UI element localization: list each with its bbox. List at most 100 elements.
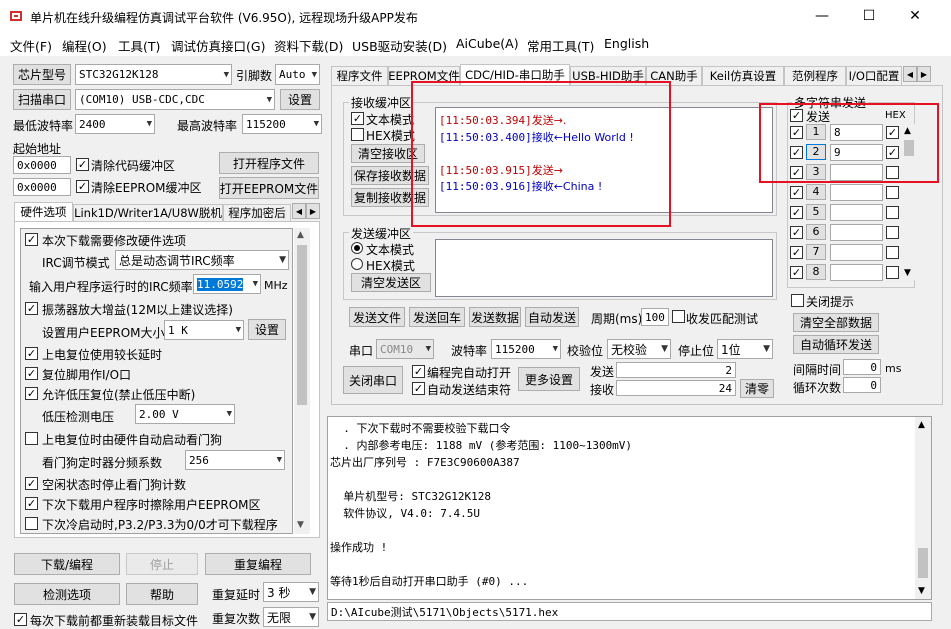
multi-row-send-button[interactable]: 5 — [806, 204, 826, 220]
maximize-button[interactable]: ☐ — [846, 0, 892, 32]
multi-row-input[interactable] — [830, 184, 883, 201]
multi-row-checkbox[interactable] — [790, 206, 803, 219]
tab-io-config[interactable]: I/O口配置 — [846, 66, 902, 85]
tab-keil-debug[interactable]: Keil仿真设置 — [702, 66, 784, 85]
loop-count-input[interactable]: 0 — [843, 377, 881, 393]
eeprom-address-input[interactable]: 0x0000 — [13, 178, 71, 196]
clear-code-checkbox[interactable] — [76, 158, 89, 171]
auto-send-button[interactable]: 自动发送 — [525, 307, 579, 327]
check-options-button[interactable]: 检测选项 — [14, 583, 120, 605]
menu-program[interactable]: 编程(O) — [62, 36, 107, 55]
power-delay-checkbox[interactable] — [25, 347, 38, 360]
send-textarea[interactable] — [435, 239, 773, 297]
multi-row-send-button[interactable]: 8 — [806, 264, 826, 280]
tab-offline-writer[interactable]: Link1D/Writer1A/U8W脱机 — [73, 204, 223, 221]
log-scroll-down-icon[interactable]: ▼ — [918, 586, 925, 596]
max-baud-select[interactable]: 115200 ▼ — [242, 114, 322, 134]
multi-row-input[interactable] — [830, 224, 883, 241]
clear-send-button[interactable]: 清空发送区 — [351, 273, 431, 292]
multi-row-hex-checkbox[interactable] — [886, 226, 899, 239]
close-port-button[interactable]: 关闭串口 — [343, 366, 403, 394]
clear-count-button[interactable]: 清零 — [740, 379, 774, 398]
download-program-button[interactable]: 下载/编程 — [14, 553, 120, 575]
right-tab-scroll-right[interactable]: ▶ — [917, 66, 931, 82]
scroll-down-icon[interactable]: ▼ — [297, 520, 304, 530]
tab-examples[interactable]: 范例程序 — [784, 66, 846, 85]
auto-end-checkbox[interactable] — [412, 382, 425, 395]
send-hex-mode-radio[interactable] — [351, 258, 363, 270]
menu-tools[interactable]: 工具(T) — [118, 36, 160, 55]
multi-row-send-button[interactable]: 4 — [806, 184, 826, 200]
more-settings-button[interactable]: 更多设置 — [518, 367, 580, 391]
tab-encryption[interactable]: 程序加密后 — [223, 204, 291, 221]
pins-select[interactable]: Auto ▼ — [275, 64, 320, 85]
scan-port-button[interactable]: 扫描串口 — [13, 89, 71, 110]
close-button[interactable]: ✕ — [892, 0, 938, 32]
port-select[interactable]: (COM10) USB-CDC,CDC ▼ — [75, 89, 275, 110]
multi-row-send-button[interactable]: 6 — [806, 224, 826, 240]
send-return-button[interactable]: 发送回车 — [409, 307, 465, 327]
scroll-up-icon[interactable]: ▲ — [297, 230, 304, 240]
menu-common-tools[interactable]: 常用工具(T) — [527, 36, 594, 55]
multi-row-input[interactable] — [830, 264, 883, 281]
reload-checkbox[interactable] — [14, 613, 27, 626]
auto-loop-button[interactable]: 自动循环发送 — [793, 335, 879, 354]
eeprom-size-set-button[interactable]: 设置 — [248, 319, 286, 340]
recv-hex-mode-checkbox[interactable] — [351, 128, 364, 141]
erase-eeprom-checkbox[interactable] — [25, 497, 38, 510]
right-tab-scroll-left[interactable]: ◀ — [903, 66, 917, 82]
parity-select[interactable]: 无校验 ▼ — [607, 339, 671, 359]
modify-hw-checkbox[interactable] — [25, 233, 38, 246]
menu-english[interactable]: English — [604, 36, 649, 51]
options-scrollbar-thumb[interactable] — [297, 245, 307, 405]
send-file-button[interactable]: 发送文件 — [349, 307, 405, 327]
p32p33-checkbox[interactable] — [25, 517, 38, 530]
help-button[interactable]: 帮助 — [126, 583, 198, 605]
idle-stop-wdt-checkbox[interactable] — [25, 477, 38, 490]
multi-row-checkbox[interactable] — [790, 246, 803, 259]
auto-open-checkbox[interactable] — [412, 365, 425, 378]
send-text-mode-radio[interactable] — [351, 242, 363, 254]
osc-gain-checkbox[interactable] — [25, 302, 38, 315]
multi-row-checkbox[interactable] — [790, 266, 803, 279]
menu-aicube[interactable]: AiCube(A) — [456, 36, 519, 51]
reprogram-button[interactable]: 重复编程 — [205, 553, 311, 575]
irc-freq-select[interactable]: 11.0592 ▼ — [193, 274, 261, 294]
stop-bits-select[interactable]: 1位 ▼ — [717, 339, 773, 359]
repeat-delay-select[interactable]: 3 秒 ▼ — [263, 582, 319, 602]
tab-program-file[interactable]: 程序文件 — [331, 66, 388, 85]
close-hint-checkbox[interactable] — [791, 294, 804, 307]
multi-row-checkbox[interactable] — [790, 186, 803, 199]
wdt-div-select[interactable]: 256 ▼ — [185, 450, 285, 470]
stop-button[interactable]: 停止 — [126, 553, 198, 575]
tab-hardware-options[interactable]: 硬件选项 — [14, 202, 73, 221]
baud-select[interactable]: 115200 ▼ — [491, 339, 561, 359]
period-input[interactable]: 100 — [641, 308, 669, 326]
multi-row-hex-checkbox[interactable] — [886, 246, 899, 259]
multi-scroll-down-icon[interactable]: ▼ — [904, 268, 911, 278]
code-address-input[interactable]: 0x0000 — [13, 156, 71, 174]
chip-model-select[interactable]: STC32G12K128 ▼ — [75, 64, 232, 85]
lvd-voltage-select[interactable]: 2.00 V ▼ — [135, 404, 235, 424]
tab-scroll-left-button[interactable]: ◀ — [292, 203, 306, 219]
multi-row-hex-checkbox[interactable] — [886, 206, 899, 219]
minimize-button[interactable]: — — [799, 0, 845, 32]
menu-download[interactable]: 资料下载(D) — [274, 36, 343, 55]
min-baud-select[interactable]: 2400 ▼ — [75, 114, 155, 134]
menu-debug[interactable]: 调试仿真接口(G) — [171, 36, 265, 55]
multi-row-hex-checkbox[interactable] — [886, 266, 899, 279]
repeat-count-select[interactable]: 无限 ▼ — [263, 607, 319, 627]
multi-row-hex-checkbox[interactable] — [886, 186, 899, 199]
match-test-checkbox[interactable] — [672, 310, 685, 323]
interval-input[interactable]: 0 — [843, 359, 881, 375]
multi-row-send-button[interactable]: 7 — [806, 244, 826, 260]
reset-io-checkbox[interactable] — [25, 367, 38, 380]
wdt-auto-checkbox[interactable] — [25, 432, 38, 445]
clear-eeprom-checkbox[interactable] — [76, 180, 89, 193]
menu-usb-driver[interactable]: USB驱动安装(D) — [352, 36, 447, 55]
port-settings-button[interactable]: 设置 — [280, 89, 320, 110]
clear-all-button[interactable]: 清空全部数据 — [793, 313, 879, 332]
recv-text-mode-checkbox[interactable] — [351, 112, 364, 125]
multi-row-input[interactable] — [830, 244, 883, 261]
irc-mode-select[interactable]: 总是动态调节IRC频率 ▼ — [115, 250, 289, 270]
